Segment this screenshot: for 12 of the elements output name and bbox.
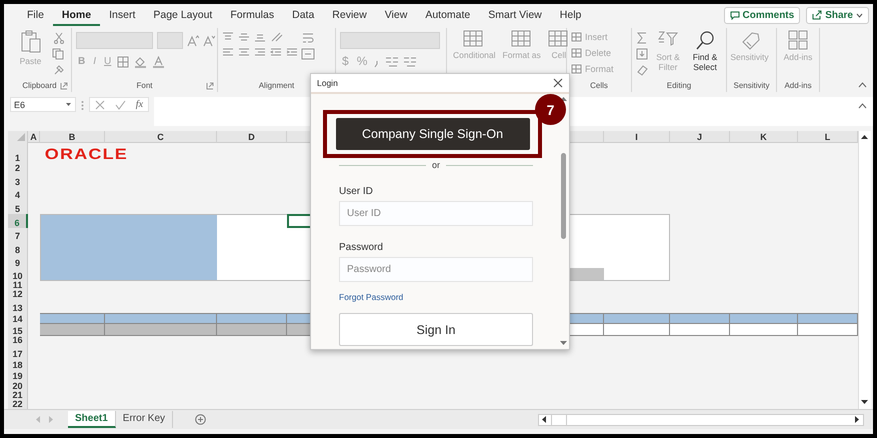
group-label: Add-ins bbox=[784, 81, 812, 90]
group-label: Editing bbox=[666, 81, 692, 90]
group-label: Clipboard bbox=[22, 81, 57, 90]
dialog-title: Login bbox=[317, 78, 338, 88]
group-label: Alignment bbox=[258, 81, 294, 90]
group-label: Sensitivity bbox=[733, 81, 770, 90]
divider-text: or bbox=[432, 160, 440, 170]
group-label: Cells bbox=[590, 81, 608, 90]
field-label: User ID bbox=[339, 186, 374, 197]
group-label: Font bbox=[136, 81, 152, 90]
logo: ORACLE bbox=[44, 146, 130, 163]
field-label: Password bbox=[339, 242, 384, 253]
